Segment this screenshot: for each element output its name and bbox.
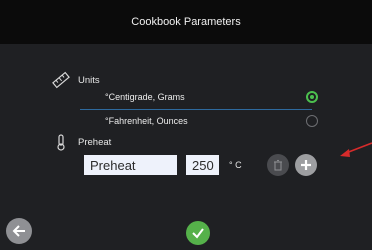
back-button[interactable] xyxy=(6,218,32,244)
annotation-arrow-icon xyxy=(340,142,372,157)
title-bar: Cookbook Parameters xyxy=(0,0,372,44)
option-centigrade-label[interactable]: °Centigrade, Grams xyxy=(105,92,185,102)
ruler-icon xyxy=(52,71,70,89)
add-button[interactable] xyxy=(295,154,317,176)
thermometer-icon xyxy=(52,133,70,151)
radio-centigrade[interactable] xyxy=(306,91,318,103)
preheat-label: Preheat xyxy=(78,136,112,148)
delete-button[interactable] xyxy=(267,154,289,176)
option-divider xyxy=(80,109,312,110)
radio-fahrenheit[interactable] xyxy=(306,115,318,127)
preheat-name-input[interactable]: Preheat xyxy=(84,155,177,175)
preheat-section-header: Preheat xyxy=(52,133,111,151)
arrow-left-icon xyxy=(12,225,25,237)
trash-icon xyxy=(274,159,282,171)
page-title: Cookbook Parameters xyxy=(131,16,241,28)
temperature-unit: ° C xyxy=(229,160,242,170)
option-fahrenheit-label[interactable]: °Fahrenheit, Ounces xyxy=(105,116,188,126)
confirm-button[interactable] xyxy=(186,221,210,245)
units-label: Units xyxy=(78,74,100,86)
plus-icon xyxy=(301,160,311,170)
checkmark-icon xyxy=(192,228,204,239)
units-section-header: Units xyxy=(52,71,100,89)
preheat-temperature-input[interactable]: 250 xyxy=(186,155,219,175)
